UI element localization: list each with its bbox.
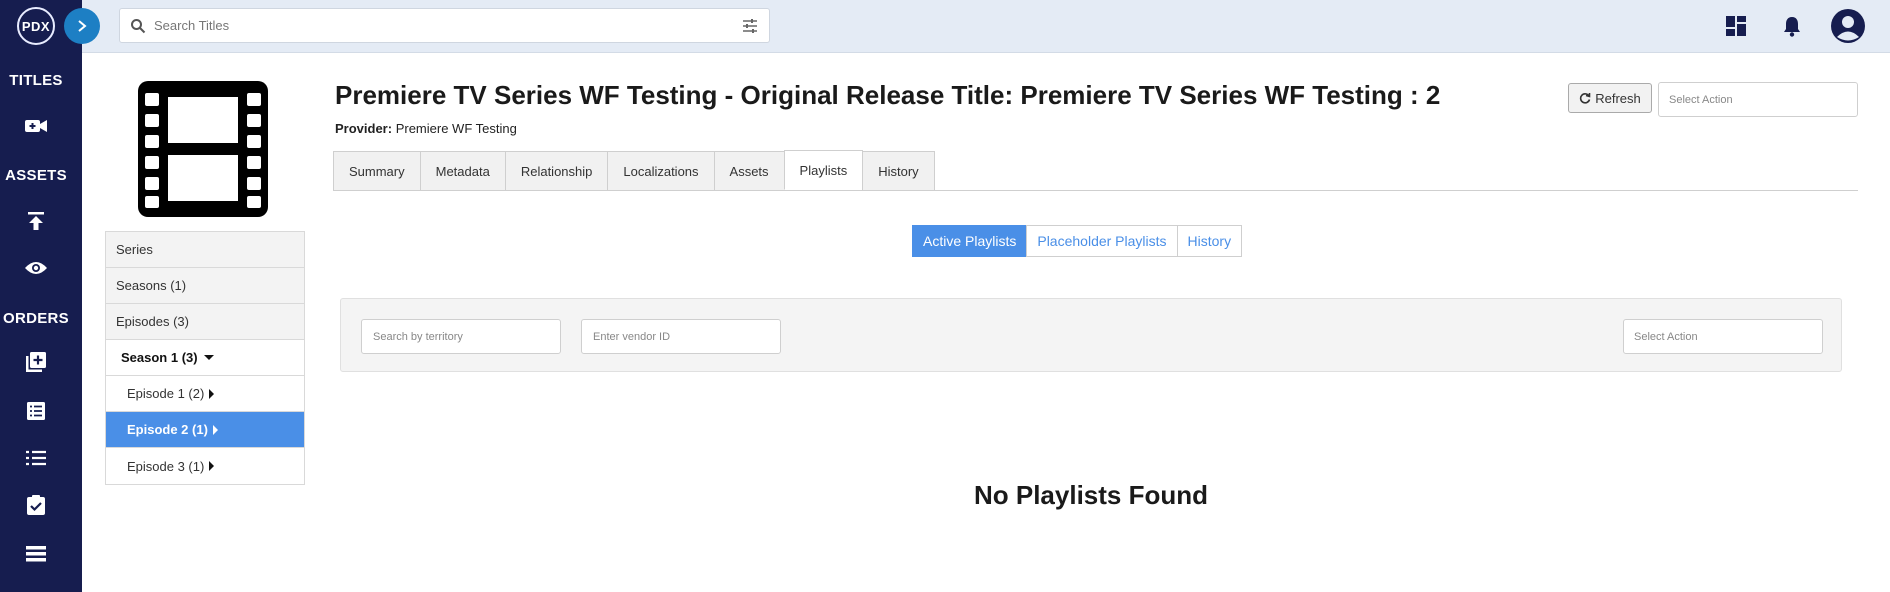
tab-localizations[interactable]: Localizations (607, 151, 715, 190)
tab-history[interactable]: History (862, 151, 935, 190)
pdx-logo[interactable]: PDX (17, 7, 55, 45)
territory-search-input[interactable] (361, 319, 561, 354)
refresh-button[interactable]: Refresh (1568, 83, 1652, 113)
caret-right-icon (209, 461, 215, 471)
placeholder-playlists-button[interactable]: Placeholder Playlists (1026, 225, 1178, 257)
select-action-placeholder: Select Action (1669, 93, 1733, 106)
active-playlists-button[interactable]: Active Playlists (912, 225, 1028, 257)
tree-item-episode-2[interactable]: Episode 2 (1) (106, 412, 304, 448)
tree-item-episodes[interactable]: Episodes (3) (106, 304, 304, 340)
tree-item-label: Episode 2 (1) (127, 422, 208, 437)
numbered-list-icon[interactable] (24, 446, 48, 470)
tree-item-label: Episodes (3) (116, 314, 189, 329)
search-icon (131, 18, 146, 33)
provider-line: Provider: Premiere WF Testing (335, 121, 517, 136)
expand-sidebar-button[interactable] (64, 8, 100, 44)
chevron-right-icon (78, 20, 87, 32)
tab-label: Assets (729, 163, 769, 179)
tree-item-label: Episode 3 (1) (127, 458, 205, 474)
filter-select-action[interactable]: Select Action (1623, 319, 1823, 354)
vendor-id-input[interactable] (581, 319, 781, 354)
table-list-icon[interactable] (24, 542, 48, 566)
filter-settings-icon[interactable] (741, 17, 759, 35)
tree-item-label: Season 1 (3) (121, 350, 198, 365)
dashboard-icon[interactable] (1722, 12, 1750, 40)
caret-right-icon (212, 424, 218, 435)
refresh-icon (1580, 93, 1591, 104)
tree-item-series[interactable]: Series (106, 232, 304, 268)
film-poster-icon (138, 81, 268, 217)
playlist-toggle-group: Active Playlists Placeholder Playlists H… (912, 225, 1243, 257)
tree-item-label: Episode 1 (2) (127, 386, 205, 401)
refresh-label: Refresh (1595, 90, 1641, 106)
nav-heading-orders: ORDERS (3, 310, 69, 327)
page-title: Premiere TV Series WF Testing - Original… (335, 80, 1441, 110)
tab-label: Playlists (799, 162, 848, 178)
tree-item-episode-3[interactable]: Episode 3 (1) (106, 448, 304, 484)
tab-label: Relationship (520, 163, 593, 179)
search-titles-input[interactable] (154, 10, 741, 41)
account-icon[interactable] (1831, 9, 1865, 43)
filter-panel: Select Action (340, 298, 1842, 372)
hierarchy-tree: Series Seasons (1) Episodes (3) Season 1… (105, 231, 305, 485)
nav-heading-assets: ASSETS (5, 167, 67, 184)
logo-text: PDX (21, 18, 51, 34)
tab-relationship[interactable]: Relationship (504, 151, 609, 190)
tab-summary[interactable]: Summary (333, 151, 421, 190)
list-box-icon[interactable] (24, 399, 48, 423)
top-bar (82, 0, 1890, 53)
tree-item-label: Series (116, 242, 153, 257)
tree-item-episode-1[interactable]: Episode 1 (2) (106, 376, 304, 412)
nav-heading-titles: TITLES (9, 72, 63, 89)
tab-playlists[interactable]: Playlists (783, 150, 864, 190)
search-box (119, 8, 770, 43)
eye-icon[interactable] (24, 256, 48, 280)
video-camera-icon[interactable] (24, 114, 48, 138)
title-tabs: Summary Metadata Relationship Localizati… (333, 150, 1858, 191)
tab-label: Summary (349, 163, 405, 179)
tab-label: History (878, 163, 919, 179)
tree-item-seasons[interactable]: Seasons (1) (106, 268, 304, 304)
bell-icon[interactable] (1778, 12, 1806, 40)
provider-label: Provider: (335, 121, 393, 136)
tab-metadata[interactable]: Metadata (419, 151, 506, 190)
caret-right-icon (209, 388, 215, 399)
add-library-icon[interactable] (24, 350, 48, 374)
tab-assets[interactable]: Assets (713, 151, 785, 190)
tree-item-label: Seasons (1) (116, 278, 187, 293)
select-action-placeholder: Select Action (1634, 330, 1698, 343)
playlist-history-button[interactable]: History (1176, 225, 1243, 257)
tree-item-season-1[interactable]: Season 1 (3) (106, 340, 304, 376)
provider-value: Premiere WF Testing (395, 121, 517, 136)
caret-down-icon (203, 355, 214, 360)
upload-icon[interactable] (24, 209, 48, 233)
tab-label: Localizations (623, 163, 699, 179)
header-select-action[interactable]: Select Action (1658, 82, 1858, 117)
empty-state-message: No Playlists Found (973, 480, 1209, 510)
tab-label: Metadata (435, 163, 490, 179)
